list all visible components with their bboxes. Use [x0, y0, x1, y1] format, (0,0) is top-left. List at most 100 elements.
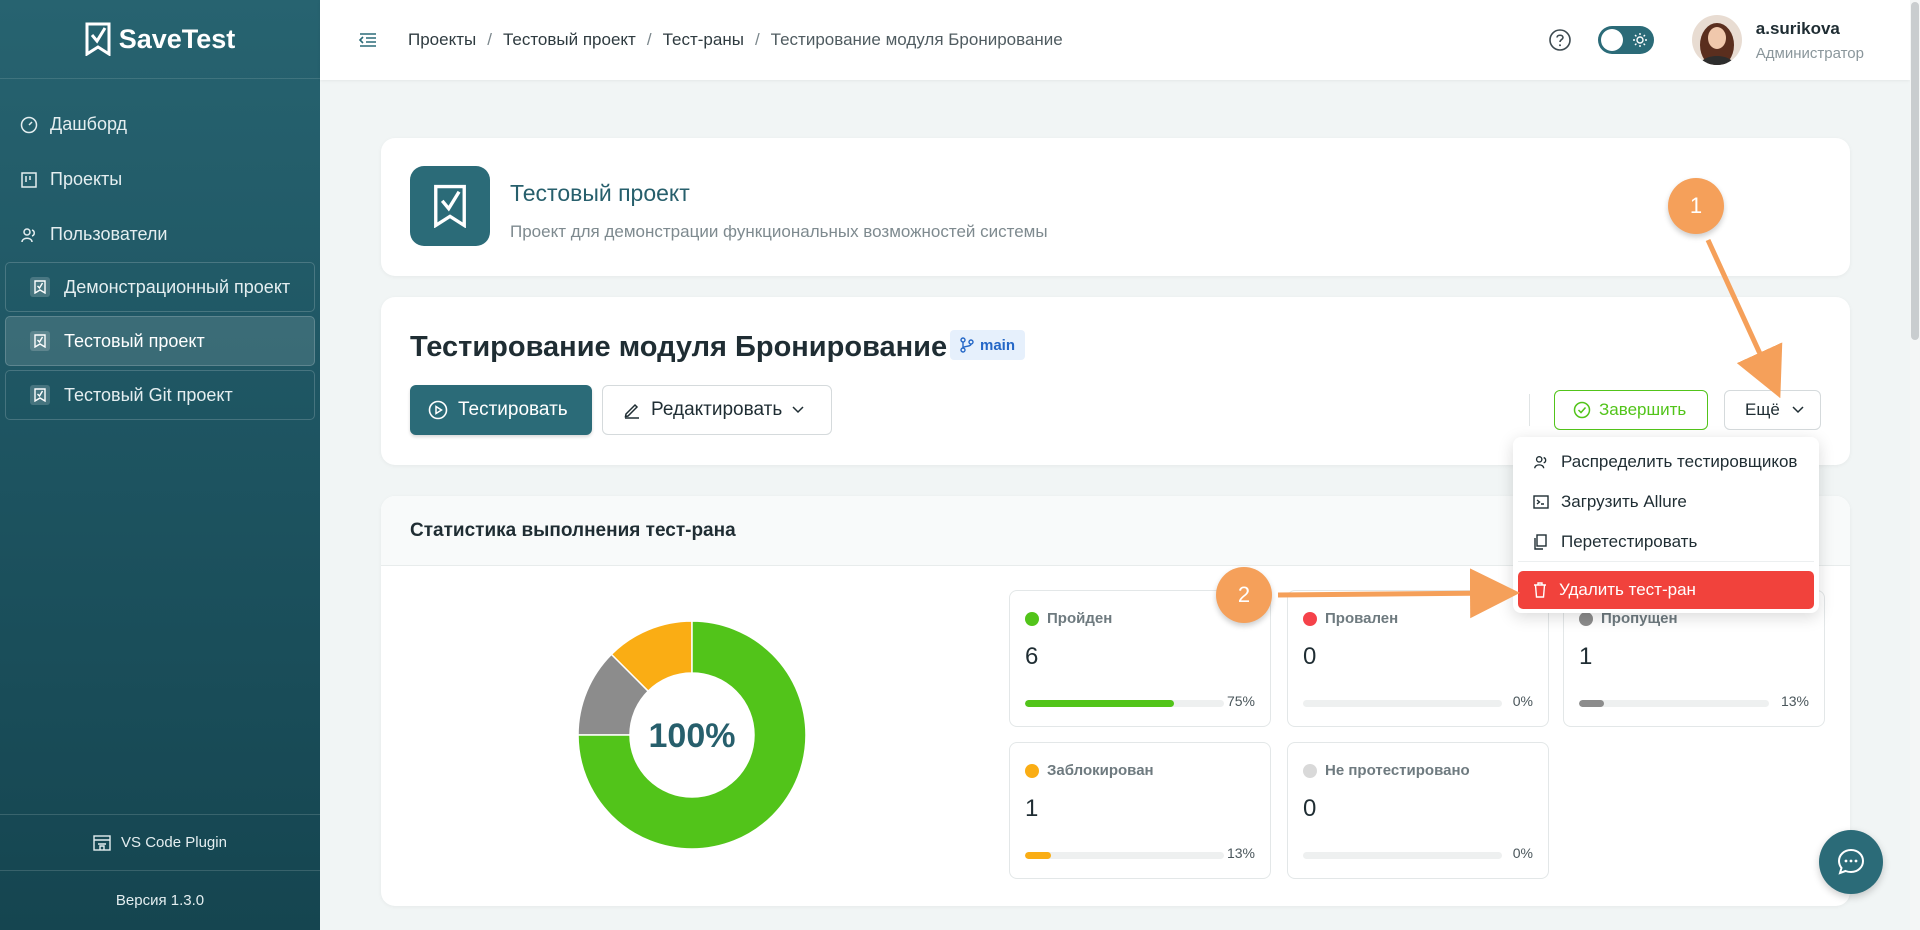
- test-button[interactable]: Тестировать: [410, 385, 592, 435]
- projects-icon: [21, 171, 37, 188]
- more-button[interactable]: Ещё: [1724, 390, 1821, 430]
- donut-center-label: 100%: [649, 717, 736, 755]
- breadcrumb-testruns[interactable]: Тест-раны: [663, 30, 744, 50]
- sidebar-project-git[interactable]: Тестовый Git проект: [5, 370, 315, 420]
- stat-percent: 0%: [1512, 845, 1533, 861]
- copy-icon: [1534, 534, 1547, 550]
- project-logo: [410, 166, 490, 246]
- annotation-marker-2: 2: [1216, 567, 1272, 623]
- help-icon[interactable]: [1548, 28, 1572, 52]
- stat-label: Пройден: [1025, 610, 1112, 627]
- git-branch-icon: [960, 337, 974, 353]
- chevron-down-icon: [1792, 406, 1804, 414]
- status-dot: [1025, 611, 1039, 626]
- breadcrumb: Проекты / Тестовый проект / Тест-раны / …: [408, 30, 1063, 50]
- nav-label-users: Пользователи: [50, 224, 168, 244]
- sidebar-footer: VS Code Plugin Версия 1.3.0: [0, 814, 320, 930]
- status-dot: [1303, 763, 1317, 778]
- edit-button[interactable]: Редактировать: [602, 385, 832, 435]
- progress-track: [1303, 852, 1502, 859]
- finish-button-label: Завершить: [1599, 400, 1687, 419]
- menu-item-upload-allure[interactable]: Загрузить Allure: [1518, 483, 1814, 521]
- menu-divider: [1518, 561, 1814, 562]
- stat-value: 0: [1303, 643, 1317, 670]
- nav-item-dashboard[interactable]: Дашборд: [0, 97, 320, 152]
- breadcrumb-project[interactable]: Тестовый проект: [503, 30, 636, 50]
- menu-item-assign-testers[interactable]: Распределить тестировщиков: [1518, 443, 1814, 481]
- vscode-plugin-link[interactable]: VS Code Plugin: [0, 814, 320, 870]
- main-nav: Дашборд Проекты Пользователи Демонстраци…: [0, 79, 320, 420]
- test-run-title: Тестирование модуля Бронирование: [410, 331, 948, 363]
- theme-toggle[interactable]: [1597, 26, 1654, 54]
- donut-chart: 100%: [577, 620, 807, 850]
- stat-card-untested[interactable]: Не протестировано 0 0%: [1287, 742, 1549, 879]
- plugin-icon: [93, 834, 111, 851]
- status-dot: [1579, 611, 1593, 626]
- sun-icon: [1632, 33, 1647, 47]
- scrollbar-thumb[interactable]: [1911, 2, 1919, 340]
- menu-item-retest[interactable]: Перетестировать: [1518, 523, 1814, 561]
- app-logo[interactable]: SaveTest: [0, 0, 320, 79]
- sidebar-project-label: Демонстрационный проект: [64, 276, 291, 297]
- nav-label-projects: Проекты: [50, 169, 123, 189]
- project-name[interactable]: Тестовый проект: [510, 180, 690, 207]
- nav-label-dashboard: Дашборд: [50, 114, 128, 134]
- branch-name: main: [980, 336, 1016, 354]
- more-button-label: Ещё: [1745, 400, 1780, 419]
- header-actions: a.surikova Администратор: [1548, 0, 1910, 80]
- breadcrumb-current: Тестирование модуля Бронирование: [770, 30, 1063, 49]
- stat-percent: 13%: [1226, 845, 1255, 861]
- menu-collapse-icon[interactable]: [358, 30, 378, 50]
- user-avatar[interactable]: [1691, 15, 1742, 65]
- sidebar-project-demo[interactable]: Демонстрационный проект: [5, 262, 315, 312]
- toggle-knob: [1600, 29, 1623, 51]
- user-info[interactable]: a.surikova Администратор: [1756, 19, 1864, 62]
- nav-item-projects[interactable]: Проекты: [0, 152, 320, 207]
- stat-card-failed[interactable]: Провален 0 0%: [1287, 590, 1549, 727]
- dashboard-icon: [20, 116, 38, 133]
- stat-label: Заблокирован: [1025, 762, 1154, 779]
- top-header: Проекты / Тестовый проект / Тест-раны / …: [320, 0, 1910, 80]
- stat-percent: 0%: [1512, 693, 1533, 709]
- stat-card-blocked[interactable]: Заблокирован 1 13%: [1009, 742, 1271, 879]
- more-dropdown-menu: Распределить тестировщиков Загрузить All…: [1513, 437, 1819, 613]
- stat-label-text: Провален: [1325, 610, 1399, 627]
- chat-button[interactable]: [1819, 830, 1883, 894]
- annotation-marker-1: 1: [1668, 178, 1724, 234]
- stat-percent: 75%: [1226, 693, 1255, 709]
- chat-icon: [1837, 848, 1865, 875]
- plugin-label: VS Code Plugin: [121, 834, 227, 851]
- breadcrumb-separator: /: [487, 30, 492, 49]
- stat-label: Провален: [1303, 610, 1398, 627]
- breadcrumb-projects[interactable]: Проекты: [408, 30, 476, 50]
- chevron-down-icon: [792, 406, 804, 414]
- stat-label: Не протестировано: [1303, 762, 1470, 779]
- breadcrumb-separator: /: [754, 30, 760, 49]
- finish-button[interactable]: Завершить: [1554, 390, 1708, 430]
- project-icon: [30, 277, 50, 297]
- menu-item-delete-run[interactable]: Удалить тест-ран: [1518, 571, 1814, 609]
- progress-track: [1303, 700, 1502, 707]
- page-scrollbar: [1910, 0, 1920, 930]
- project-logo-icon: [434, 184, 466, 228]
- progress-fill: [1025, 700, 1175, 707]
- sidebar-project-test[interactable]: Тестовый проект: [5, 316, 315, 366]
- progress-fill: [1579, 700, 1604, 707]
- project-icon: [30, 331, 50, 351]
- status-dot: [1025, 763, 1039, 778]
- edit-button-label: Редактировать: [651, 399, 783, 420]
- progress-track: [1025, 700, 1224, 707]
- menu-item-label: Удалить тест-ран: [1559, 580, 1696, 599]
- nav-item-users[interactable]: Пользователи: [0, 207, 320, 262]
- project-description: Проект для демонстрации функциональных в…: [510, 222, 1048, 241]
- play-icon: [428, 400, 448, 420]
- user-role: Администратор: [1755, 44, 1864, 62]
- sidebar-project-label: Тестовый Git проект: [64, 384, 233, 405]
- app-name: SaveTest: [118, 23, 236, 54]
- stat-value: 6: [1025, 643, 1039, 670]
- users-icon: [21, 227, 35, 242]
- stat-label-text: Не протестировано: [1325, 762, 1470, 779]
- menu-item-label: Распределить тестировщиков: [1561, 452, 1798, 471]
- project-icon: [30, 385, 50, 405]
- sidebar-project-label: Тестовый проект: [64, 330, 205, 351]
